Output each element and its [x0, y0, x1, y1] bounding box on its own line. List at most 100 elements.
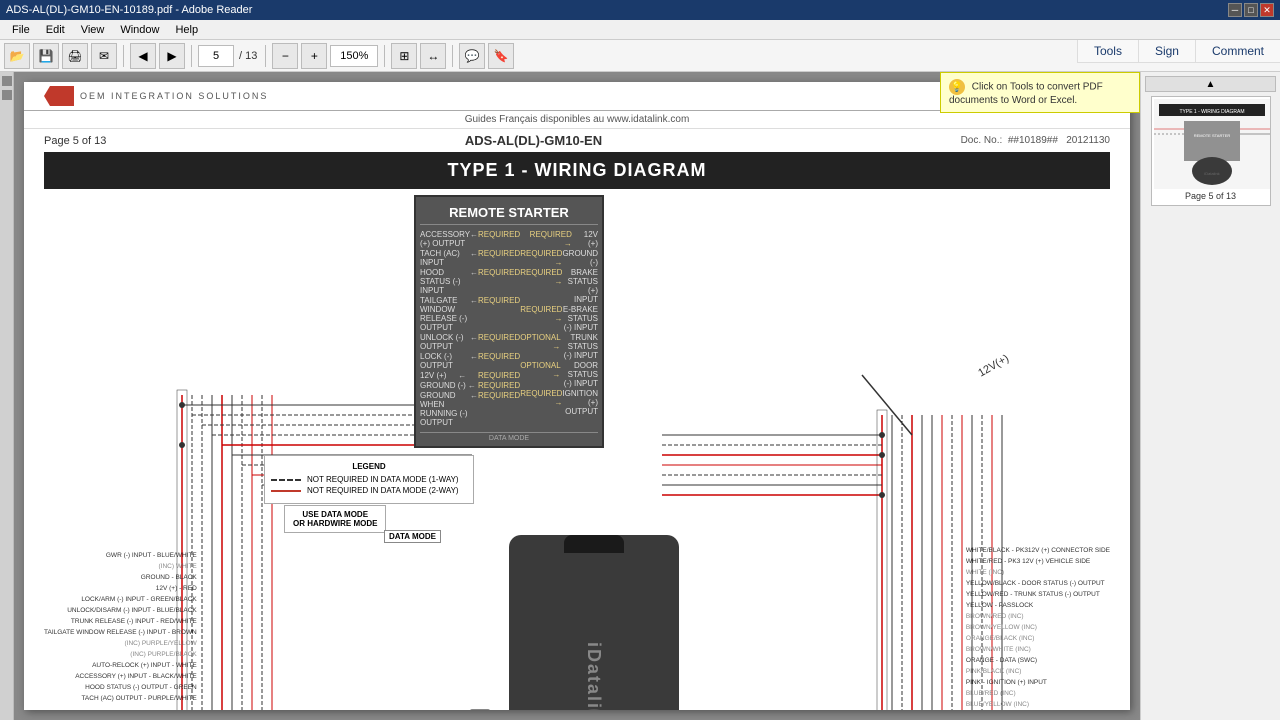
wire-label-r-br-wht: BROWN/WHITE (INC)	[962, 644, 1110, 655]
separator-2	[191, 45, 192, 67]
zoom-out-button[interactable]: −	[272, 43, 298, 69]
separator-5	[452, 45, 453, 67]
wire-label-gwr: GWR (-) INPUT - BLUE/WHITE	[44, 550, 201, 561]
wire-label-r-pk3-conn: WHITE/BLACK - PK312V (+) CONNECTOR SIDE	[962, 545, 1110, 556]
v12-label: 12V(+)	[976, 352, 1011, 379]
open-button[interactable]: 📂	[4, 43, 30, 69]
legend-box: LEGEND NOT REQUIRED IN DATA MODE (1-WAY)…	[264, 455, 474, 504]
data-mode-button[interactable]: USE DATA MODE OR HARDWIRE MODE	[284, 505, 386, 533]
wire-label-trunk: TRUNK RELEASE (-) INPUT - RED/WHITE	[44, 616, 201, 627]
right-panel: ▲ TYPE 1 - WIRING DIAGRAM REMOTE STARTER…	[1140, 72, 1280, 720]
wire-label-inc-purple-y: (INC) PURPLE/YELLOW	[44, 638, 201, 649]
email-button[interactable]: ✉	[91, 43, 117, 69]
left-sidebar	[0, 72, 14, 720]
page-of-label: / 13	[237, 50, 259, 62]
data-mode-line1: USE DATA MODE	[293, 510, 377, 519]
wire-label-tailgate: TAILGATE WINDOW RELEASE (-) INPUT - BROW…	[44, 627, 201, 638]
idatalink-device: iDatalink ⏻	[509, 535, 679, 710]
diagram-title: TYPE 1 - WIRING DIAGRAM	[44, 152, 1110, 189]
wire-label-r-br-red: BROWN/RED (INC)	[962, 611, 1110, 622]
fit-width-button[interactable]: ↔	[420, 43, 446, 69]
legend-dashed-line	[271, 479, 301, 481]
fit-page-button[interactable]: ⊞	[391, 43, 417, 69]
thumbnail-image: TYPE 1 - WIRING DIAGRAM REMOTE STARTER i…	[1154, 99, 1270, 189]
close-button[interactable]: ✕	[1260, 3, 1274, 17]
wire-label-r-white-inc: WHITE (INC)	[962, 567, 1110, 578]
scroll-up-button[interactable]: ▲	[1145, 76, 1276, 92]
menu-view[interactable]: View	[73, 22, 113, 38]
thumbnail-container[interactable]: TYPE 1 - WIRING DIAGRAM REMOTE STARTER i…	[1151, 96, 1271, 206]
device-connector	[564, 535, 624, 553]
wire-label-12v: 12V (+) - RED	[44, 583, 201, 594]
next-page-button[interactable]: ▶	[159, 43, 185, 69]
svg-text:iDatalink: iDatalink	[1204, 171, 1219, 176]
wire-label-r-pk3-veh: WHITE/RED - PK3 12V (+) VEHICLE SIDE	[962, 556, 1110, 567]
legend-text-2: NOT REQUIRED IN DATA MODE (2-WAY)	[307, 486, 459, 495]
legend-title: LEGEND	[271, 462, 467, 471]
menu-file[interactable]: File	[4, 22, 38, 38]
wire-label-autorelock: AUTO-RELOCK (+) INPUT - WHITE	[44, 660, 201, 671]
wire-label-lock: LOCK/ARM (-) INPUT - GREEN/BLACK	[44, 594, 201, 605]
window-title: ADS-AL(DL)-GM10-EN-10189.pdf - Adobe Rea…	[6, 4, 252, 16]
wire-label-r-pink: PINK - IGNITION (+) INPUT	[962, 677, 1110, 688]
wire-label-inc-white: (INC) WHITE	[44, 561, 201, 572]
legend-solid-line	[271, 490, 301, 492]
print-button[interactable]: 🖨	[62, 43, 88, 69]
pdf-subtitle: Guides Français disponibles au www.idata…	[24, 111, 1130, 129]
prev-page-button[interactable]: ◀	[130, 43, 156, 69]
data-mode-line2: OR HARDWIRE MODE	[293, 519, 377, 528]
zoom-input[interactable]	[330, 45, 378, 67]
wire-label-hood: HOOD STATUS (-) OUTPUT - GREEN	[44, 682, 201, 693]
logo-area: OEM INTEGRATION SOLUTIONS	[44, 86, 268, 106]
wire-label-r-trunk-status: YELLOW/RED - TRUNK STATUS (-) OUTPUT	[962, 589, 1110, 600]
data-mode-label-rs: DATA MODE	[420, 432, 598, 442]
menu-edit[interactable]: Edit	[38, 22, 73, 38]
tooltip-text: Click on Tools to convert PDF documents …	[949, 82, 1103, 106]
svg-text:REMOTE STARTER: REMOTE STARTER	[1193, 133, 1230, 138]
minimize-button[interactable]: ─	[1228, 3, 1242, 17]
menu-bar: File Edit View Window Help	[0, 20, 1280, 40]
tooltip-icon: 💡	[949, 79, 965, 95]
tooltip-box: 💡 Click on Tools to convert PDF document…	[940, 72, 1140, 113]
pdf-scrollbar[interactable]	[470, 709, 490, 710]
wire-label-tach: TACH (AC) OUTPUT - PURPLE/WHITE	[44, 693, 201, 704]
wire-label-r-or-blk: ORANGE/BLACK (INC)	[962, 633, 1110, 644]
window-controls: ─ □ ✕	[1228, 3, 1274, 17]
title-bar: ADS-AL(DL)-GM10-EN-10189.pdf - Adobe Rea…	[0, 0, 1280, 20]
legend-row-2: NOT REQUIRED IN DATA MODE (2-WAY)	[271, 486, 467, 495]
tools-button[interactable]: Tools	[1077, 40, 1138, 62]
wire-label-r-passlock: YELLOW - PASSLOCK	[962, 600, 1110, 611]
wire-labels-right: WHITE/BLACK - PK312V (+) CONNECTOR SIDE …	[962, 545, 1110, 710]
main-content: OEM INTEGRATION SOLUTIONS GENERAL MOTORS…	[14, 72, 1140, 720]
menu-window[interactable]: Window	[112, 22, 167, 38]
device-logo: iDatalink	[584, 642, 605, 710]
menu-help[interactable]: Help	[167, 22, 206, 38]
wire-labels-left: GWR (-) INPUT - BLUE/WHITE (INC) WHITE G…	[44, 550, 201, 704]
sidebar-icon-2[interactable]	[2, 90, 12, 100]
wire-label-ground: GROUND - BLACK	[44, 572, 201, 583]
restore-button[interactable]: □	[1244, 3, 1258, 17]
comment-tool-button[interactable]: Comment	[1195, 40, 1280, 62]
pdf-meta: Page 5 of 13 ADS-AL(DL)-GM10-EN Doc. No.…	[24, 129, 1130, 152]
comment-button[interactable]: 💬	[459, 43, 485, 69]
wire-label-r-pk-blk: PINK/BLACK (INC)	[962, 666, 1110, 677]
zoom-in-button[interactable]: +	[301, 43, 327, 69]
sidebar-icon-1[interactable]	[2, 76, 12, 86]
separator-1	[123, 45, 124, 67]
page-number-input[interactable]	[198, 45, 234, 67]
wire-label-r-br-yel: BROWN/YELLOW (INC)	[962, 622, 1110, 633]
data-mode-label-left: DATA MODE	[384, 530, 441, 543]
wire-label-r-bl-red: BLUE/RED (INC)	[962, 688, 1110, 699]
save-button[interactable]: 💾	[33, 43, 59, 69]
sign-button[interactable]: Sign	[1138, 40, 1195, 62]
logo-text: OEM INTEGRATION SOLUTIONS	[80, 91, 268, 101]
remote-starter-box: REMOTE STARTER ACCESSORY (+) OUTPUT ← RE…	[414, 195, 604, 448]
thumbnail-label: Page 5 of 13	[1154, 189, 1268, 203]
svg-text:TYPE 1 - WIRING DIAGRAM: TYPE 1 - WIRING DIAGRAM	[1179, 109, 1244, 115]
diagram-area: REMOTE STARTER ACCESSORY (+) OUTPUT ← RE…	[44, 195, 1110, 710]
stamp-button[interactable]: 🔖	[488, 43, 514, 69]
remote-starter-title: REMOTE STARTER	[420, 201, 598, 225]
pdf-page: OEM INTEGRATION SOLUTIONS GENERAL MOTORS…	[24, 82, 1130, 710]
wire-label-acc: ACCESSORY (+) INPUT - BLACK/WHITE	[44, 671, 201, 682]
doc-info-display: Doc. No.: ##10189## 20121130	[961, 135, 1110, 146]
